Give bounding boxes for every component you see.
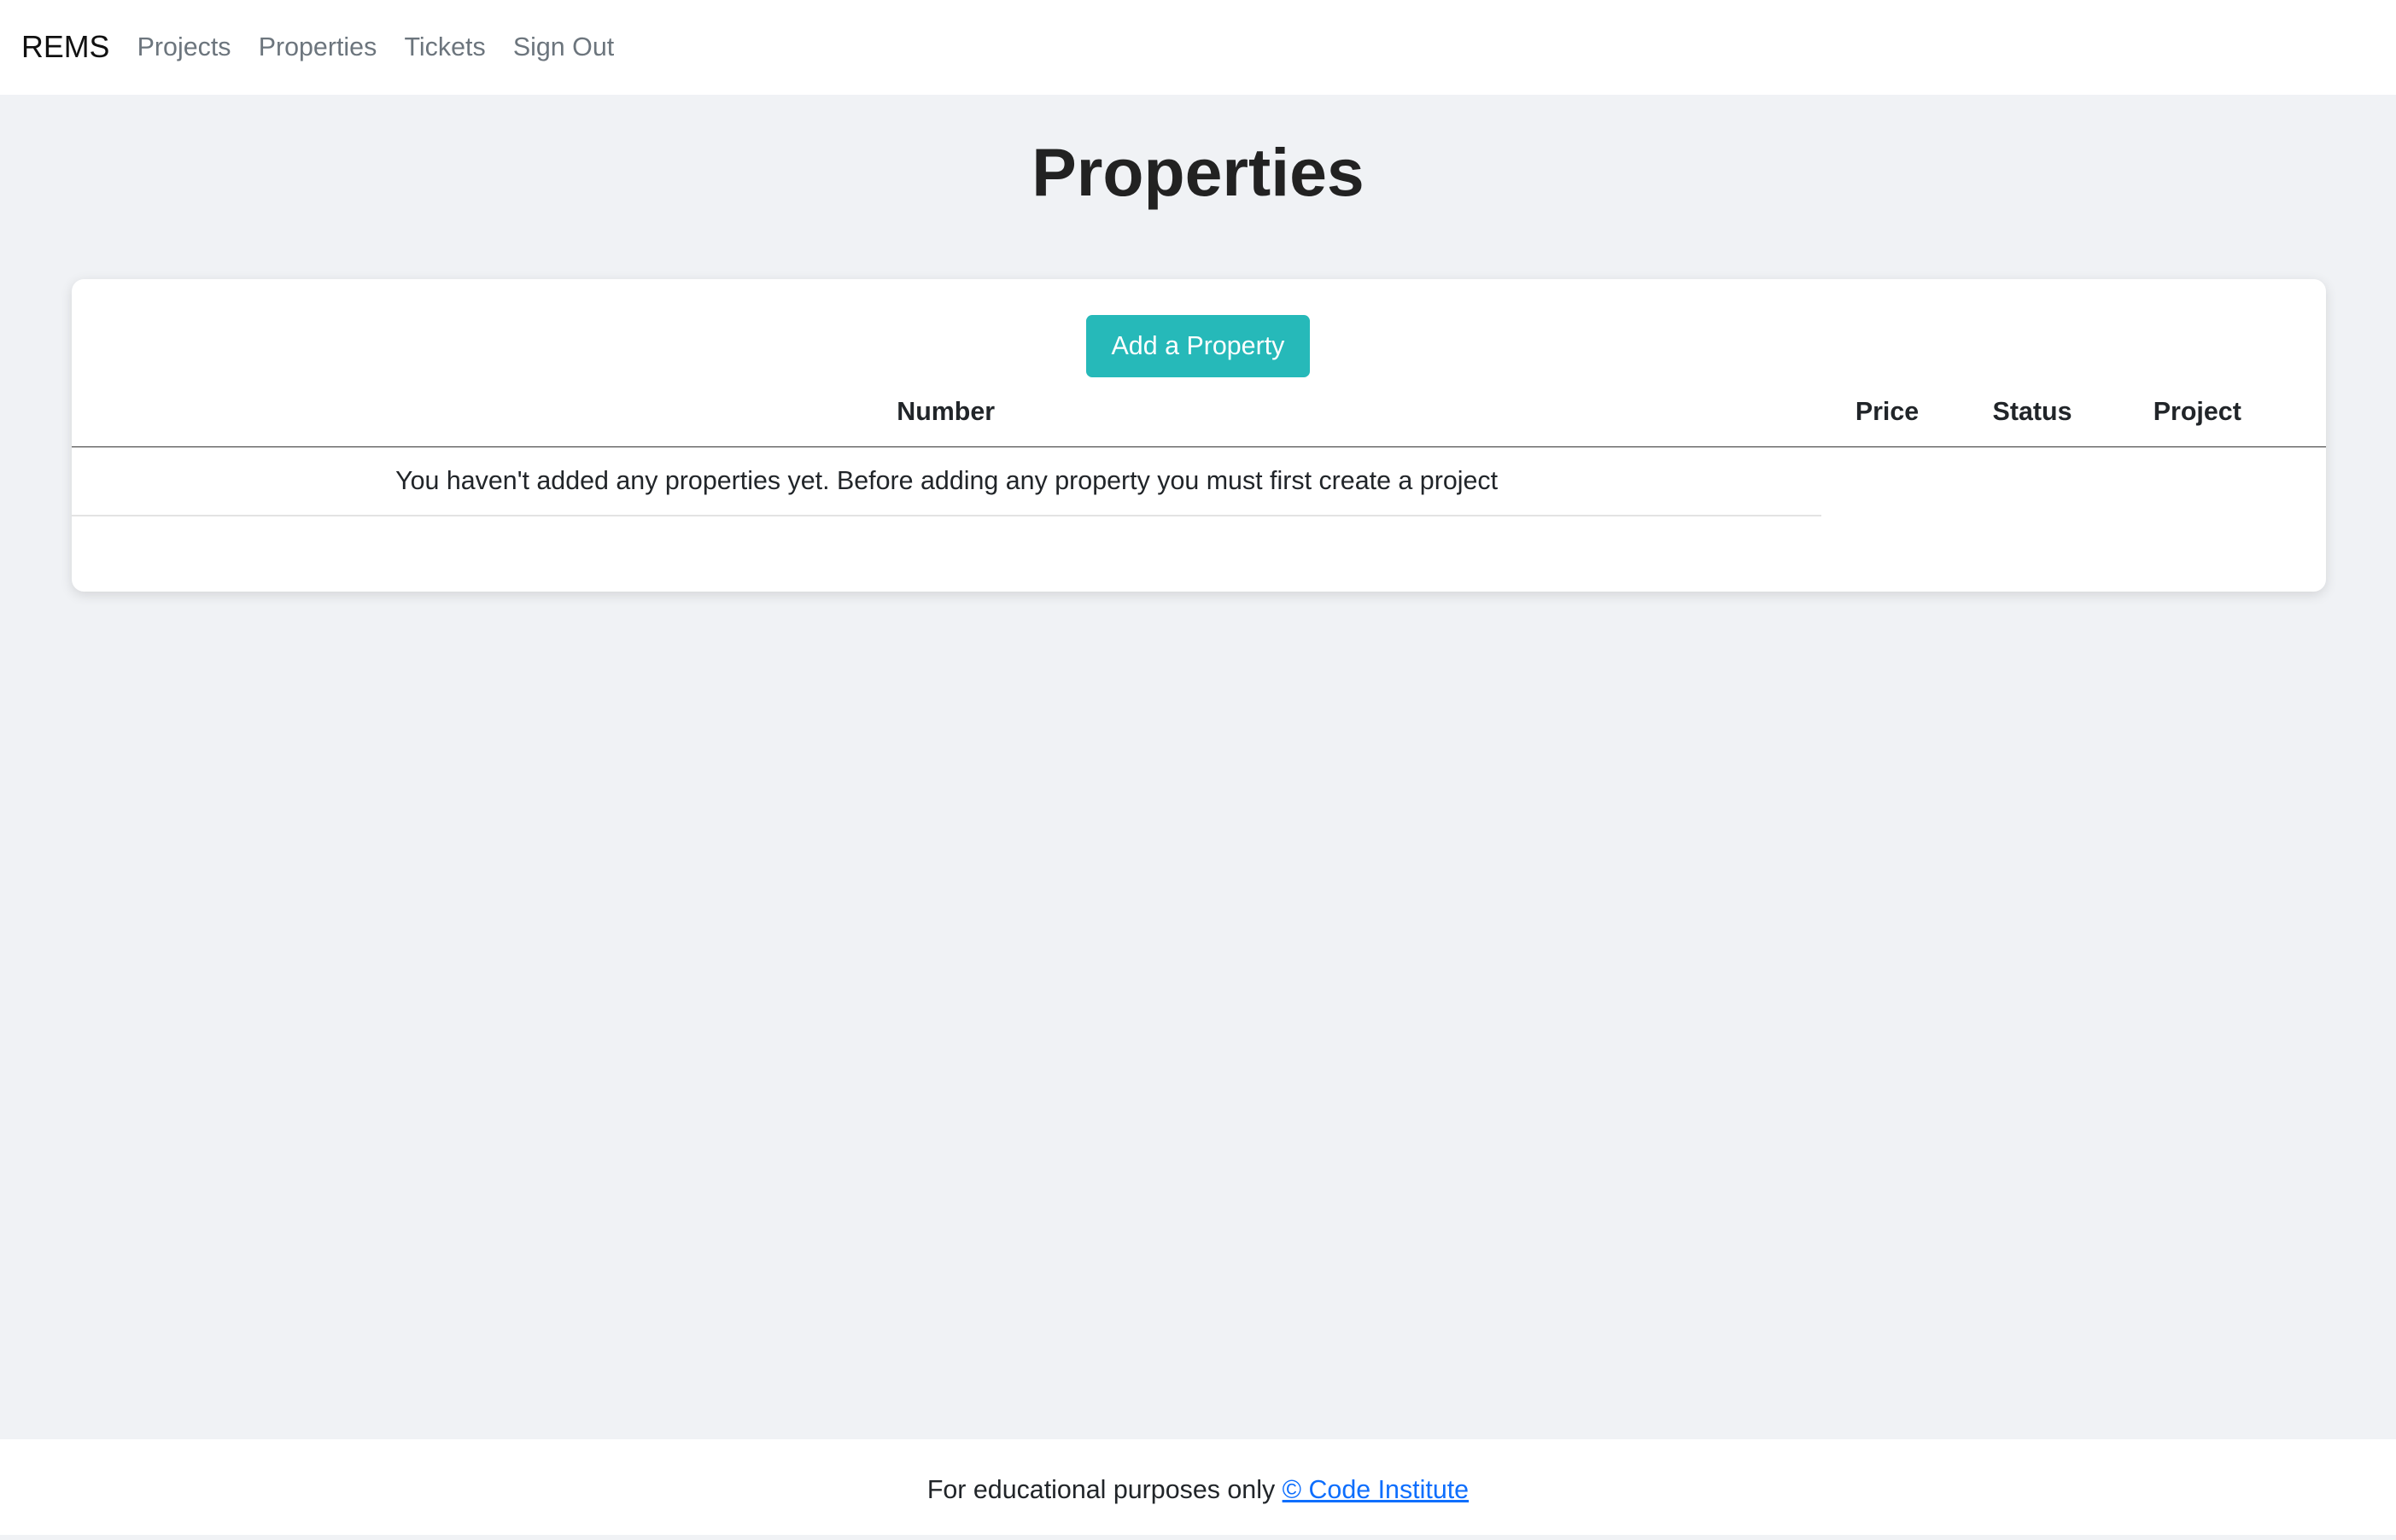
column-header-number: Number xyxy=(897,397,996,427)
code-institute-link[interactable]: © Code Institute xyxy=(1283,1475,1469,1504)
brand-logo[interactable]: REMS xyxy=(21,30,109,65)
header-divider xyxy=(72,446,2326,448)
nav-tickets[interactable]: Tickets xyxy=(404,32,485,62)
add-property-button[interactable]: Add a Property xyxy=(1086,314,1310,377)
nav-sign-out[interactable]: Sign Out xyxy=(513,32,614,62)
footer: For educational purposes only © Code Ins… xyxy=(0,1438,2396,1536)
row-divider xyxy=(72,515,1822,516)
column-header-price: Price xyxy=(1855,397,1920,427)
column-header-status: Status xyxy=(1992,397,2072,427)
nav-properties[interactable]: Properties xyxy=(259,32,377,62)
footer-text: For educational purposes only xyxy=(926,1474,1276,1504)
nav-projects[interactable]: Projects xyxy=(137,32,231,62)
column-header-project: Project xyxy=(2153,397,2241,427)
properties-card: Add a Property Number Price Status Proje… xyxy=(72,279,2326,592)
navbar: REMS Projects Properties Tickets Sign Ou… xyxy=(0,0,2396,95)
empty-message: You haven't added any properties yet. Be… xyxy=(395,465,1499,495)
page-title: Properties xyxy=(1031,135,1365,211)
